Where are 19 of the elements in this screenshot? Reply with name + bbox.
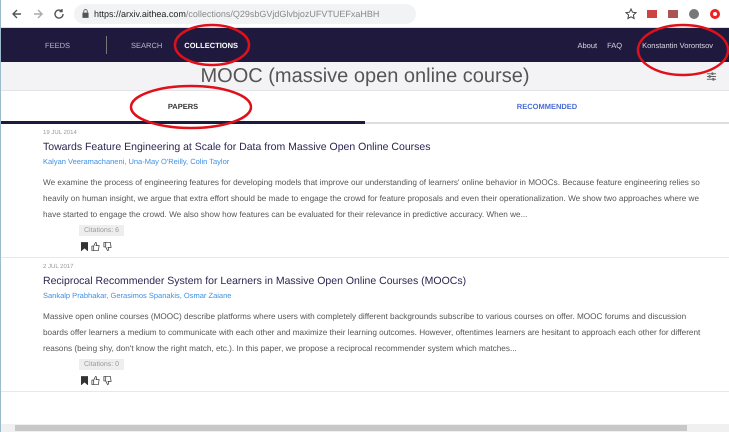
paper-title[interactable]: Towards Feature Engineering at Scale for Data from Massive Open Online Courses <box>43 141 431 153</box>
paper-abstract: We examine the process of engineering features for developing models that improve our understanding of learners' online behavior in MOOCs. Because feature engineering relies so heavily on human insight, we argue that extra effort should be made to engage the crowd for feature proposals and even their operationalization. We show two approaches where we have started to engage the crowd. We also show how features can be evaluated for their relevance in predictive accuracy. When we... <box>43 177 701 221</box>
scrollbar[interactable] <box>1 424 729 432</box>
thumbs-down-icon[interactable] <box>103 242 112 251</box>
thumbs-up-icon[interactable] <box>91 376 100 385</box>
settings-icon[interactable] <box>706 71 717 82</box>
bookmark-icon[interactable] <box>81 376 88 385</box>
thumbs-up-icon[interactable] <box>91 242 100 251</box>
lock-icon <box>82 9 89 18</box>
profile-icon[interactable] <box>688 8 700 20</box>
paper-abstract: Massive open online courses (MOOC) describe platforms where users with completely different backgrounds subscribe to various courses on offer. MOOC forums and discussion boards offer learners a medium to communicate with each other and maximize their learning outcomes. However, oftentimes learners are hesitant to approach each other for different reasons (being shy, don't know the right match, etc.). In this paper, we propose a reciprocal recommender system which matches... <box>43 311 702 355</box>
thumbs-down-icon[interactable] <box>103 376 112 385</box>
bookmark-icon[interactable] <box>81 242 88 251</box>
address-bar[interactable]: https://arxiv.aithea.com/collections/Q29sbGVjdGlvbjozUFVTUEFxaHBH <box>74 4 416 24</box>
paper-title[interactable]: Reciprocal Recommender System for Learners in Massive Open Online Courses (MOOCs) <box>43 275 466 287</box>
collection-title: MOOC (massive open online course) <box>200 64 530 88</box>
back-icon[interactable] <box>11 8 23 20</box>
star-icon[interactable] <box>625 8 637 20</box>
reload-icon[interactable] <box>53 8 65 20</box>
